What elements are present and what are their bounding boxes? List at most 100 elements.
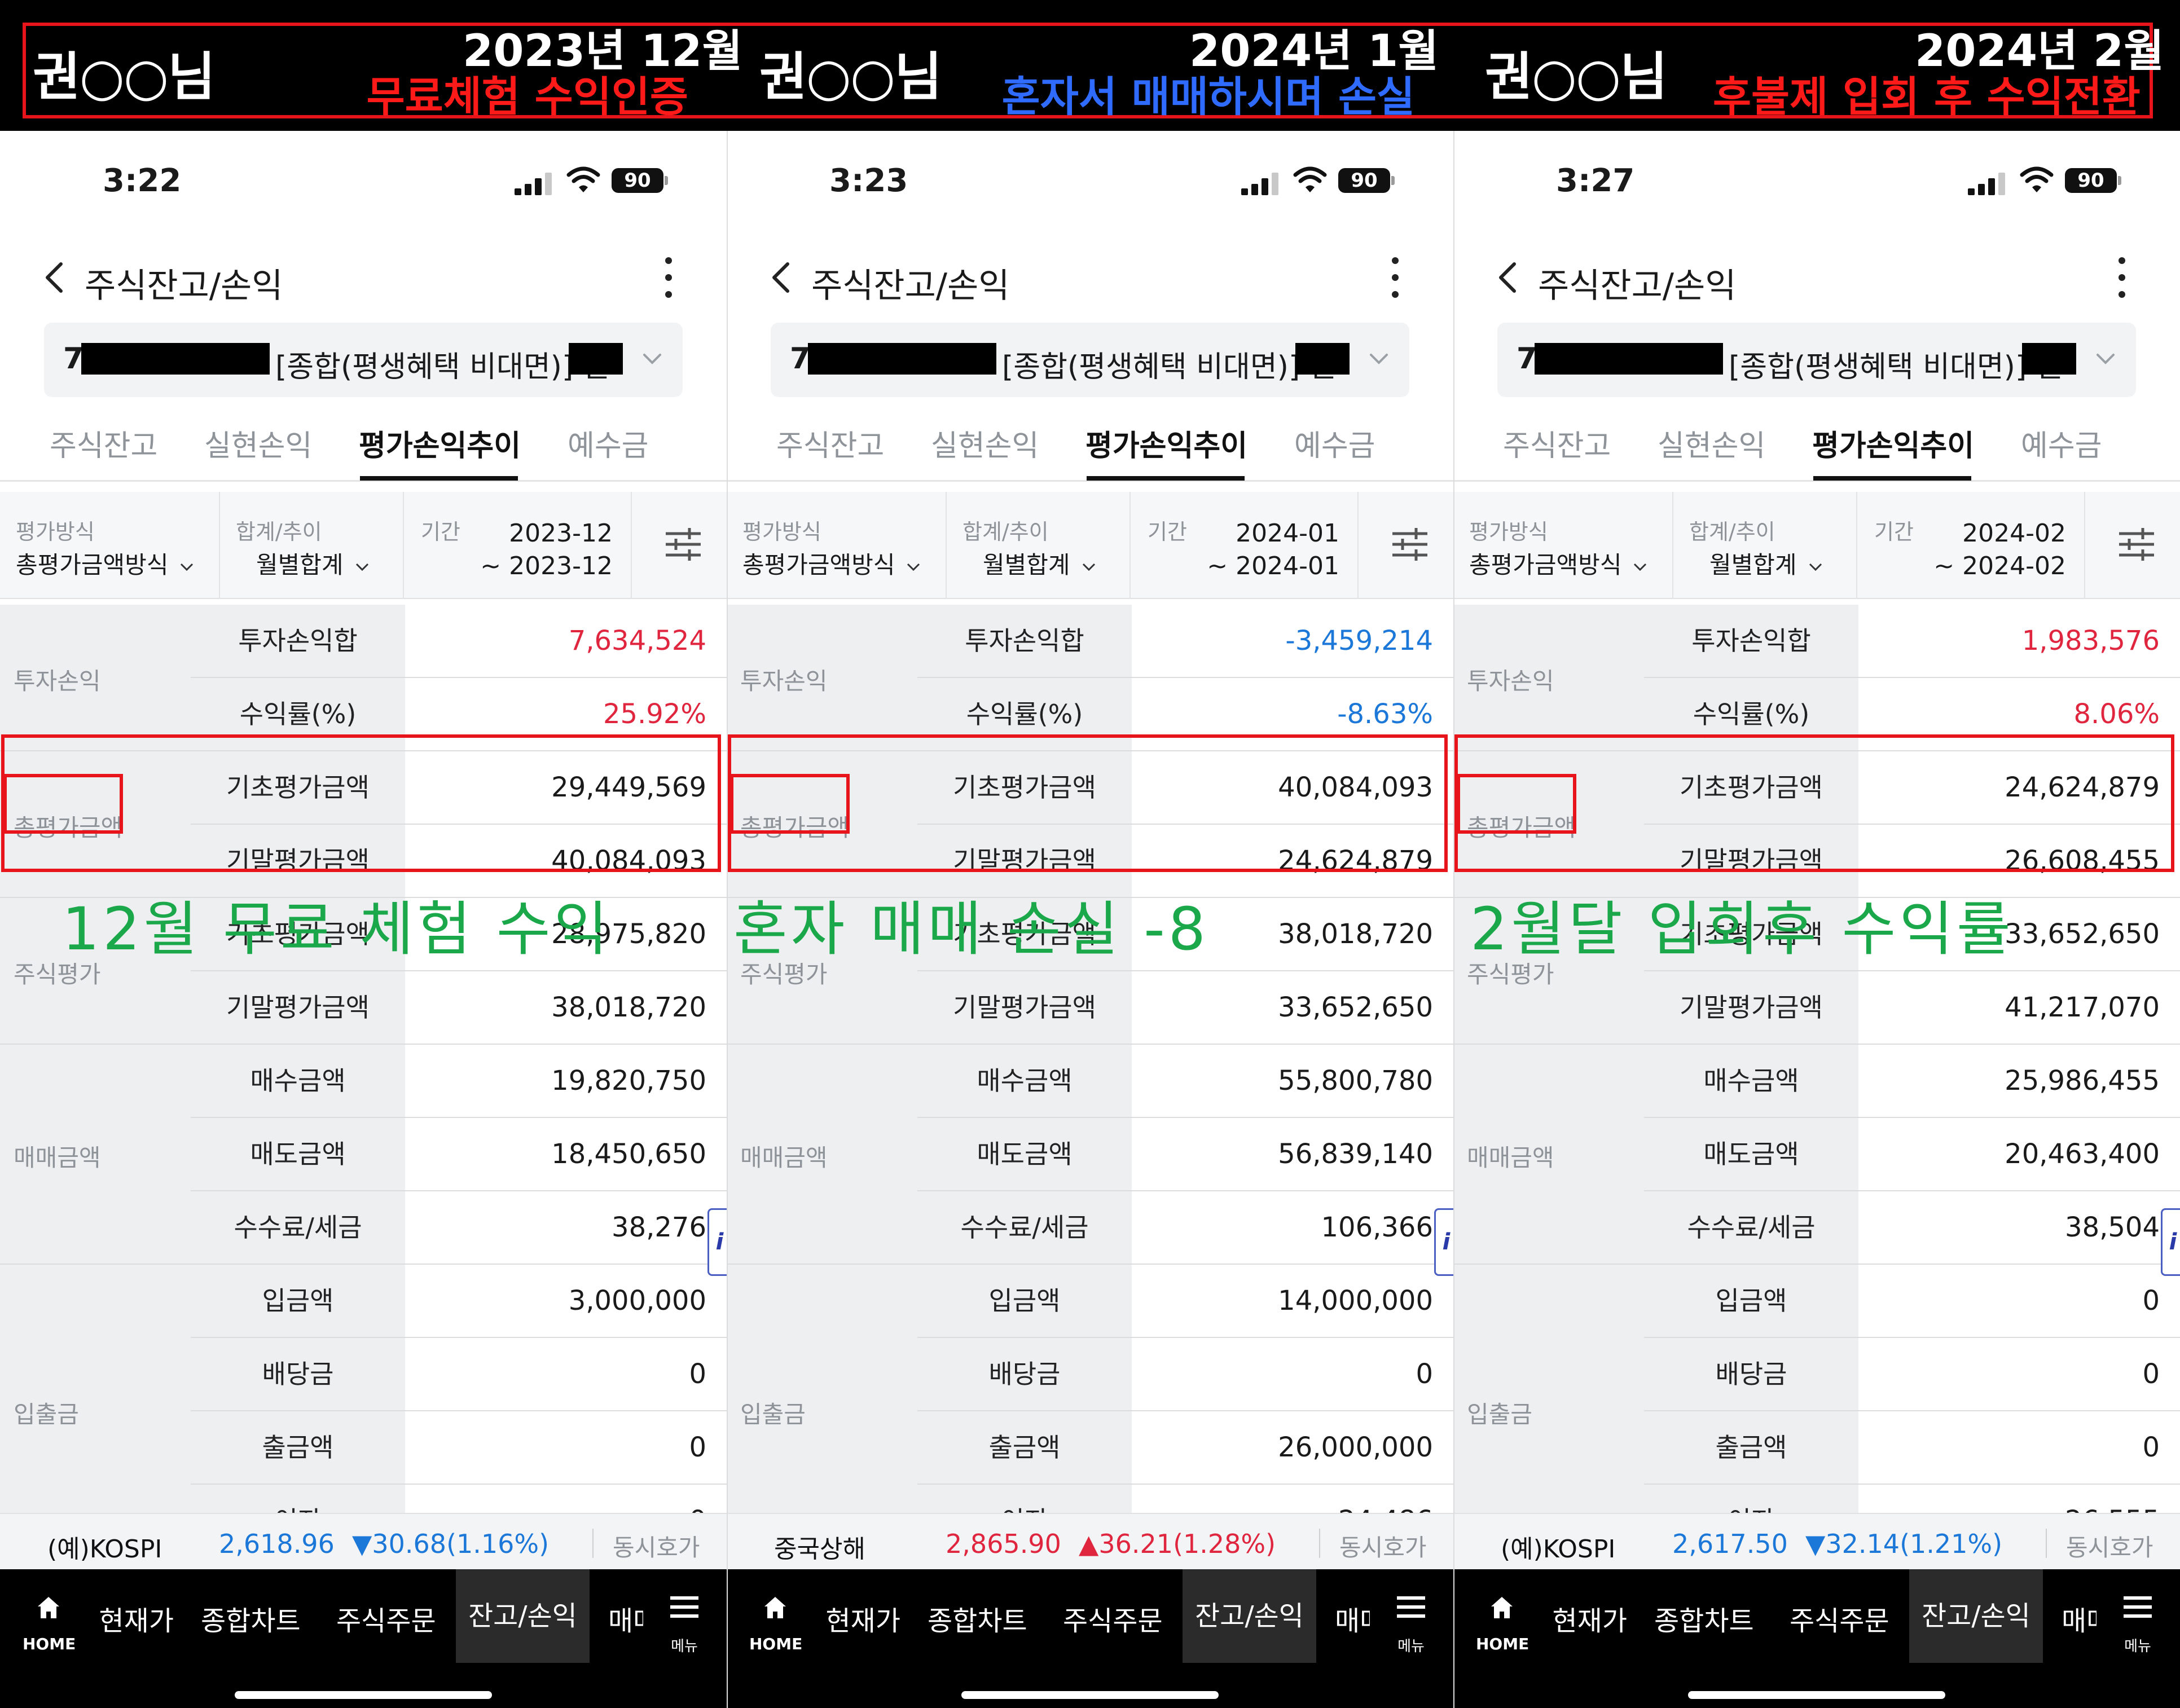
table-row: 배당금 0	[1644, 1338, 2180, 1411]
tab-realized-pnl[interactable]: 실현손익	[204, 422, 312, 464]
chevron-down-icon	[1634, 563, 1647, 571]
nav-trade[interactable]: 매매	[1335, 1599, 1370, 1638]
nav-menu[interactable]: 메뉴	[2118, 1592, 2157, 1659]
row-value: -3,459,214	[1132, 605, 1433, 677]
filter-settings-icon[interactable]	[662, 523, 704, 565]
menu-icon	[670, 1596, 698, 1618]
chevron-down-icon	[1370, 354, 1388, 364]
nav-balance-pnl[interactable]: 잔고/손익	[1909, 1569, 2043, 1663]
nav-current-price[interactable]: 현재가	[806, 1599, 900, 1638]
more-options-icon[interactable]	[1387, 255, 1404, 300]
battery-tip	[1391, 176, 1395, 185]
back-arrow-icon[interactable]	[1493, 261, 1527, 294]
valuation-method-select[interactable]: 평가방식 총평가금액방식	[0, 492, 220, 599]
table-row: 투자손익합 1,983,576	[1644, 605, 2180, 678]
tab-valuation-pnl-trend[interactable]: 평가손익추이	[359, 422, 521, 464]
row-label: 배당금	[1644, 1338, 1858, 1410]
home-indicator	[1688, 1691, 1945, 1699]
nav-balance-pnl[interactable]: 잔고/손익	[1183, 1569, 1316, 1663]
more-options-icon[interactable]	[660, 255, 677, 300]
tab-realized-pnl[interactable]: 실현손익	[1658, 422, 1765, 464]
nav-chart[interactable]: 종합차트	[201, 1599, 301, 1638]
filter-value: 월별합계	[256, 551, 344, 579]
valuation-method-select[interactable]: 평가방식 총평가금액방식	[727, 492, 947, 599]
tab-stock-balance[interactable]: 주식잔고	[50, 422, 157, 464]
index-ticker[interactable]: (예)KOSPI 2,618.96 ▼30.68(1.16%) 동시호가	[0, 1513, 727, 1569]
nav-chart[interactable]: 종합차트	[928, 1599, 1027, 1638]
tab-deposit[interactable]: 예수금	[1294, 422, 1375, 464]
account-selector[interactable]: 7 [종합(평생혜택 비대면)] 권	[1497, 323, 2136, 397]
home-icon	[1491, 1597, 1513, 1618]
info-icon[interactable]: i	[707, 1208, 727, 1276]
period-from: 2023-12	[509, 519, 613, 548]
status-bar: 3:27 90	[1453, 131, 2180, 232]
tab-stock-balance[interactable]: 주식잔고	[1503, 422, 1611, 464]
info-icon[interactable]: i	[2161, 1208, 2180, 1276]
filter-label: 평가방식	[742, 520, 821, 544]
chevron-down-icon	[355, 563, 368, 571]
banner-name-2: 권○○님	[759, 47, 942, 107]
valuation-method-select[interactable]: 평가방식 총평가금액방식	[1453, 492, 1673, 599]
table-row: 수수료/세금 106,366	[917, 1191, 1453, 1265]
active-tab-indicator	[1087, 476, 1245, 481]
more-options-icon[interactable]	[2113, 255, 2130, 300]
nav-trade[interactable]: 매매	[608, 1599, 643, 1638]
nav-stock-order[interactable]: 주식주문	[1790, 1599, 1889, 1638]
nav-trade[interactable]: 매매	[2062, 1599, 2097, 1638]
tab-deposit[interactable]: 예수금	[568, 422, 649, 464]
account-number-redaction	[808, 343, 996, 375]
table-row: 투자손익합 7,634,524	[191, 605, 727, 678]
nav-stock-order[interactable]: 주식주문	[336, 1599, 436, 1638]
account-selector[interactable]: 7 [종합(평생혜택 비대면)] 권	[771, 323, 1409, 397]
account-number-redaction	[81, 343, 270, 375]
tab-valuation-pnl-trend[interactable]: 평가손익추이	[1085, 422, 1247, 464]
period-select[interactable]: 기간 2023-12 ~ 2023-12	[404, 492, 632, 599]
filter-label: 평가방식	[16, 520, 95, 544]
row-label: 투자손익합	[917, 605, 1132, 677]
nav-stock-order[interactable]: 주식주문	[1063, 1599, 1163, 1638]
table-group-label: 매매금액	[0, 1045, 191, 1265]
tab-stock-balance[interactable]: 주식잔고	[776, 422, 884, 464]
period-select[interactable]: 기간 2024-01 ~ 2024-01	[1131, 492, 1359, 599]
tab-realized-pnl[interactable]: 실현손익	[931, 422, 1039, 464]
account-number-prefix: 7	[1517, 342, 1537, 376]
index-ticker[interactable]: (예)KOSPI 2,617.50 ▼32.14(1.21%) 동시호가	[1453, 1513, 2180, 1569]
period-select[interactable]: 기간 2024-02 ~ 2024-02	[1857, 492, 2085, 599]
back-arrow-icon[interactable]	[39, 261, 73, 294]
ticker-status: 동시호가	[1339, 1534, 1427, 1561]
filter-settings-icon[interactable]	[1389, 523, 1431, 565]
group-label-text: 입출금	[740, 1401, 806, 1428]
account-number-redaction	[1535, 343, 1723, 375]
row-value: 0	[1858, 1265, 2160, 1337]
group-label-text: 투자손익	[1467, 667, 1554, 695]
ticker-divider	[592, 1529, 594, 1558]
banner-name-1: 권○○님	[33, 47, 216, 107]
nav-home[interactable]: HOME	[23, 1590, 76, 1657]
nav-current-price[interactable]: 현재가	[1532, 1599, 1627, 1638]
nav-current-price[interactable]: 현재가	[79, 1599, 174, 1638]
home-icon	[764, 1597, 786, 1618]
nav-home[interactable]: HOME	[749, 1590, 802, 1657]
filter-settings-icon[interactable]	[2116, 523, 2157, 565]
tab-valuation-pnl-trend[interactable]: 평가손익추이	[1812, 422, 1974, 464]
highlight-box	[1457, 774, 1576, 834]
tab-deposit[interactable]: 예수금	[2021, 422, 2102, 464]
row-value: 25,986,455	[1858, 1045, 2160, 1117]
sum-trend-select[interactable]: 합계/추이 월별합계	[1673, 492, 1857, 599]
page-title: 주식잔고/손익	[1538, 266, 1737, 306]
nav-chart[interactable]: 종합차트	[1654, 1599, 1754, 1638]
row-value: 1,983,576	[1858, 605, 2160, 677]
account-selector[interactable]: 7 [종합(평생혜택 비대면)] 권	[44, 323, 683, 397]
nav-home[interactable]: HOME	[1476, 1590, 1529, 1657]
nav-menu[interactable]: 메뉴	[1391, 1592, 1431, 1659]
back-arrow-icon[interactable]	[766, 261, 800, 294]
info-icon[interactable]: i	[1434, 1208, 1453, 1276]
sum-trend-select[interactable]: 합계/추이 월별합계	[220, 492, 404, 599]
nav-balance-pnl[interactable]: 잔고/손익	[456, 1569, 590, 1663]
nav-menu[interactable]: 메뉴	[665, 1592, 704, 1659]
group-label-text: 투자손익	[14, 667, 101, 695]
sum-trend-select[interactable]: 합계/추이 월별합계	[947, 492, 1131, 599]
row-value: 41,217,070	[1858, 971, 2160, 1044]
index-ticker[interactable]: 중국상해 2,865.90 ▲36.21(1.28%) 동시호가	[727, 1513, 1453, 1569]
ticker-change: ▲36.21(1.28%)	[1079, 1529, 1276, 1559]
